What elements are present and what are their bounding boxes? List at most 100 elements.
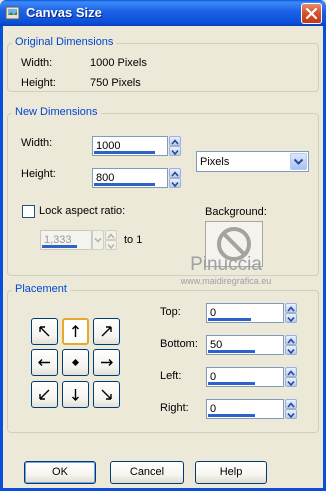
aspect-ratio-suffix: to 1 [124, 234, 143, 246]
chevron-down-icon [171, 181, 179, 188]
left-offset-spinner[interactable] [285, 367, 297, 387]
chevron-down-icon [107, 243, 115, 250]
arrow-down-right-icon [101, 389, 112, 400]
height-decrease-button[interactable] [169, 178, 181, 188]
height-input-slider-bar[interactable] [94, 183, 155, 186]
window-frame-left [0, 26, 3, 491]
width-spinner[interactable] [169, 136, 181, 156]
anchor-middle-left-button[interactable] [31, 349, 58, 376]
aspect-ratio-increase-button[interactable] [105, 230, 117, 240]
top-offset-increase-button[interactable] [285, 303, 297, 313]
placement-label: Placement [12, 283, 70, 295]
watermark-url: www.maidiregrafica.eu [180, 276, 272, 286]
right-offset-spinner[interactable] [285, 399, 297, 419]
top-offset-input[interactable]: 0 [206, 303, 284, 323]
chevron-up-icon [287, 338, 295, 344]
original-height-value: 750 Pixels [90, 77, 141, 89]
window-title: Canvas Size [26, 5, 102, 20]
anchor-center-button[interactable] [62, 349, 89, 376]
canvas-app-icon [5, 6, 20, 20]
chevron-up-icon [107, 233, 115, 239]
top-offset-slider-bar[interactable] [208, 318, 251, 321]
anchor-top-left-button[interactable] [31, 318, 58, 345]
title-bar[interactable]: Canvas Size [0, 0, 326, 26]
units-select[interactable]: Pixels [196, 151, 309, 172]
close-icon [305, 7, 318, 20]
center-diamond-icon [72, 359, 79, 366]
height-increase-button[interactable] [169, 168, 181, 178]
left-offset-increase-button[interactable] [285, 367, 297, 377]
chevron-up-icon [171, 171, 179, 177]
left-offset-input[interactable]: 0 [206, 367, 284, 387]
chevron-down-icon [94, 237, 102, 243]
arrow-down-icon [72, 389, 79, 401]
chevron-up-icon [287, 306, 295, 312]
close-button[interactable] [301, 3, 322, 24]
left-offset-slider-bar[interactable] [208, 382, 255, 385]
anchor-bottom-center-button[interactable] [62, 381, 89, 408]
background-label: Background: [205, 206, 267, 218]
width-increase-button[interactable] [169, 136, 181, 146]
right-offset-decrease-button[interactable] [285, 409, 297, 419]
bottom-offset-label: Bottom: [160, 338, 198, 350]
aspect-ratio-slider-bar[interactable] [42, 245, 77, 248]
arrow-up-icon [72, 325, 79, 337]
width-input[interactable]: 1000 [92, 136, 168, 156]
right-offset-increase-button[interactable] [285, 399, 297, 409]
chevron-down-icon [287, 412, 295, 419]
lock-aspect-ratio-checkbox[interactable] [22, 205, 35, 218]
arrow-left-icon [38, 359, 50, 366]
lock-aspect-ratio-label[interactable]: Lock aspect ratio: [39, 205, 125, 217]
aspect-ratio-dropdown-button[interactable] [92, 230, 104, 250]
cancel-button[interactable]: Cancel [110, 461, 184, 484]
chevron-down-icon [171, 149, 179, 156]
anchor-bottom-right-button[interactable] [93, 381, 120, 408]
units-dropdown-button[interactable] [290, 153, 307, 170]
anchor-top-center-button[interactable] [62, 318, 89, 345]
left-offset-decrease-button[interactable] [285, 377, 297, 387]
bottom-offset-decrease-button[interactable] [285, 345, 297, 355]
arrow-up-right-icon [101, 326, 112, 337]
bottom-offset-spinner[interactable] [285, 335, 297, 355]
units-select-value: Pixels [200, 156, 230, 168]
width-input-slider-bar[interactable] [94, 151, 155, 154]
bottom-offset-slider-bar[interactable] [208, 350, 255, 353]
anchor-middle-right-button[interactable] [93, 349, 120, 376]
height-input[interactable]: 800 [92, 168, 168, 188]
new-height-label: Height: [21, 168, 56, 180]
height-spinner[interactable] [169, 168, 181, 188]
top-offset-label: Top: [160, 306, 181, 318]
help-button[interactable]: Help [195, 461, 267, 484]
arrow-up-left-icon [39, 326, 50, 337]
anchor-top-right-button[interactable] [93, 318, 120, 345]
chevron-up-icon [287, 370, 295, 376]
chevron-down-icon [293, 158, 304, 165]
arrow-down-left-icon [39, 389, 50, 400]
chevron-up-icon [287, 402, 295, 408]
anchor-bottom-left-button[interactable] [31, 381, 58, 408]
bottom-offset-input[interactable]: 50 [206, 335, 284, 355]
right-offset-input[interactable]: 0 [206, 399, 284, 419]
ok-button[interactable]: OK [24, 461, 96, 484]
new-width-label: Width: [21, 137, 53, 149]
original-width-label: Width: [21, 57, 53, 69]
right-offset-label: Right: [160, 402, 189, 414]
arrow-right-icon [101, 359, 113, 366]
left-offset-label: Left: [160, 370, 182, 382]
original-height-label: Height: [21, 77, 56, 89]
chevron-down-icon [287, 348, 295, 355]
watermark-text: Pinuccia [190, 254, 262, 275]
bottom-offset-increase-button[interactable] [285, 335, 297, 345]
top-offset-decrease-button[interactable] [285, 313, 297, 323]
width-decrease-button[interactable] [169, 146, 181, 156]
aspect-ratio-spinner[interactable] [105, 230, 117, 250]
aspect-ratio-decrease-button[interactable] [105, 240, 117, 250]
chevron-up-icon [171, 139, 179, 145]
top-offset-spinner[interactable] [285, 303, 297, 323]
right-offset-slider-bar[interactable] [208, 414, 255, 417]
aspect-ratio-input[interactable]: 1,333 [40, 230, 92, 250]
original-width-value: 1000 Pixels [90, 57, 147, 69]
chevron-down-icon [287, 316, 295, 323]
new-dimensions-label: New Dimensions [12, 106, 101, 118]
original-dimensions-label: Original Dimensions [12, 36, 117, 48]
